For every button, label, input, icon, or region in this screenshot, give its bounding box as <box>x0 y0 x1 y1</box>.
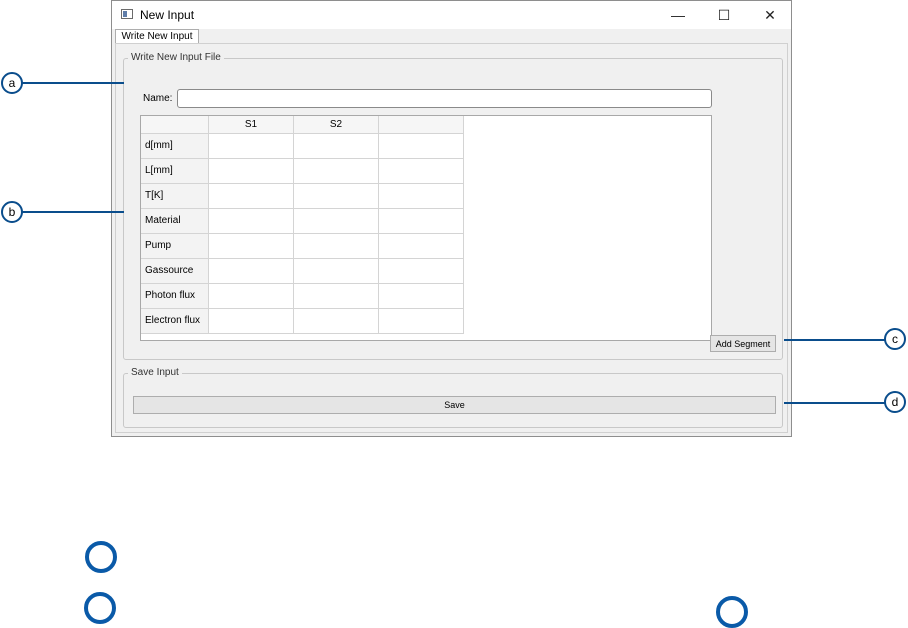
table-cell[interactable] <box>379 234 464 259</box>
add-segment-button[interactable]: Add Segment <box>710 335 776 352</box>
table-cell[interactable] <box>209 309 294 334</box>
table-cell[interactable] <box>379 209 464 234</box>
callout-d: d <box>884 391 906 413</box>
table-corner <box>141 116 209 134</box>
table-cell[interactable] <box>379 309 464 334</box>
tab-write-new-input[interactable]: Write New Input <box>115 29 199 44</box>
table-cell[interactable] <box>294 209 379 234</box>
table-cell[interactable] <box>379 284 464 309</box>
tab-panel: Write New Input File Name: S1 S2 d[mm] L… <box>115 43 788 433</box>
new-input-window: New Input — ☐ ✕ Write New Input Write Ne… <box>111 0 792 437</box>
callout-d-line <box>784 402 886 404</box>
name-input[interactable] <box>177 89 712 108</box>
table-cell[interactable] <box>209 234 294 259</box>
table-cell[interactable] <box>209 134 294 159</box>
row-header-d[interactable]: d[mm] <box>141 134 209 159</box>
save-group-title: Save Input <box>128 367 182 379</box>
column-header-s1[interactable]: S1 <box>209 116 294 134</box>
table-cell[interactable] <box>294 309 379 334</box>
row-header-pump[interactable]: Pump <box>141 234 209 259</box>
app-window-icon <box>121 9 133 19</box>
legend-ring-1 <box>85 541 117 573</box>
table-cell[interactable] <box>294 134 379 159</box>
table-cell[interactable] <box>294 159 379 184</box>
row-header-photon-flux[interactable]: Photon flux <box>141 284 209 309</box>
row-header-t[interactable]: T[K] <box>141 184 209 209</box>
minimize-button[interactable]: — <box>655 1 701 29</box>
save-input-group: Save Input Save <box>123 367 783 428</box>
table-cell[interactable] <box>379 259 464 284</box>
table-cell[interactable] <box>209 284 294 309</box>
table-cell[interactable] <box>379 134 464 159</box>
callout-a: a <box>1 72 23 94</box>
callout-c: c <box>884 328 906 350</box>
table-cell[interactable] <box>209 209 294 234</box>
table-cell[interactable] <box>294 184 379 209</box>
table-cell[interactable] <box>209 259 294 284</box>
name-label: Name: <box>143 93 173 104</box>
table-cell[interactable] <box>294 284 379 309</box>
tab-strip: Write New Input <box>112 29 791 44</box>
write-group-title: Write New Input File <box>128 52 224 64</box>
row-header-material[interactable]: Material <box>141 209 209 234</box>
callout-a-line <box>22 82 124 84</box>
table-cell[interactable] <box>294 259 379 284</box>
callout-b: b <box>1 201 23 223</box>
table-cell[interactable] <box>379 159 464 184</box>
row-header-l[interactable]: L[mm] <box>141 159 209 184</box>
table-cell[interactable] <box>209 184 294 209</box>
callout-b-line <box>22 211 124 213</box>
column-header-s2[interactable]: S2 <box>294 116 379 134</box>
close-button[interactable]: ✕ <box>747 1 793 29</box>
legend-ring-3 <box>716 596 748 628</box>
legend-ring-2 <box>84 592 116 624</box>
title-bar: New Input — ☐ ✕ <box>112 1 791 29</box>
window-title: New Input <box>140 8 195 22</box>
table-cell[interactable] <box>379 184 464 209</box>
table-cell[interactable] <box>209 159 294 184</box>
write-new-input-group: Write New Input File Name: S1 S2 d[mm] L… <box>123 52 783 360</box>
row-header-electron-flux[interactable]: Electron flux <box>141 309 209 334</box>
maximize-button[interactable]: ☐ <box>701 1 747 29</box>
row-header-gassource[interactable]: Gassource <box>141 259 209 284</box>
table-cell[interactable] <box>294 234 379 259</box>
segment-table[interactable]: S1 S2 d[mm] L[mm] T[K] Material Pump Gas… <box>140 115 712 341</box>
callout-c-line <box>784 339 886 341</box>
save-button[interactable]: Save <box>133 396 776 414</box>
column-header-3[interactable] <box>379 116 464 134</box>
